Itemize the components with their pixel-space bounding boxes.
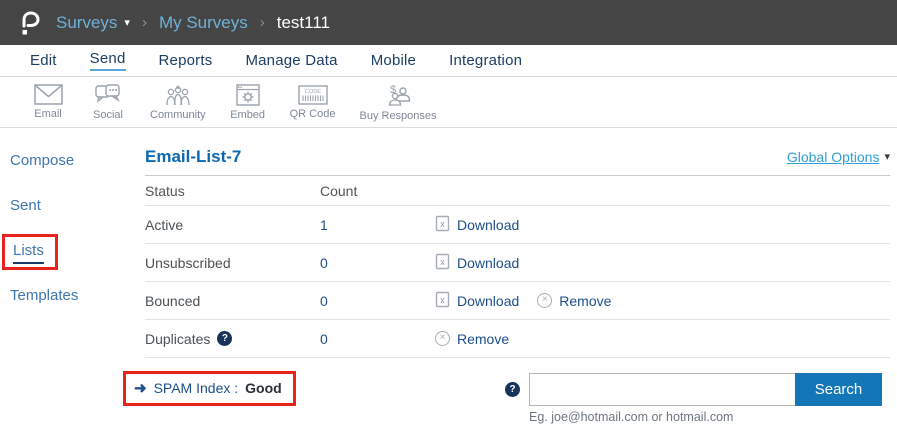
remove-link-label: Remove: [559, 293, 611, 309]
toolbar-email-button[interactable]: Email: [30, 84, 66, 120]
search-button[interactable]: Search: [795, 373, 882, 406]
remove-link[interactable]: × Remove: [435, 331, 509, 347]
breadcrumb-my-surveys[interactable]: My Surveys: [159, 13, 248, 33]
sidebar-item-lists[interactable]: Lists: [13, 242, 44, 264]
toolbar-community-button[interactable]: Community: [150, 84, 206, 121]
toolbar-embed-button[interactable]: Embed: [230, 84, 266, 121]
search-input[interactable]: [529, 373, 795, 406]
toolbar-social-button[interactable]: Social: [90, 84, 126, 121]
community-icon: [164, 84, 192, 106]
search-example-hint: Eg. joe@hotmail.com or hotmail.com: [529, 410, 733, 424]
remove-link[interactable]: × Remove: [537, 293, 611, 309]
send-sidebar: Compose Sent Lists Templates: [0, 128, 132, 429]
surveys-dropdown[interactable]: Surveys ▾: [56, 13, 130, 33]
tab-edit[interactable]: Edit: [30, 52, 57, 69]
row-count-value: 0: [320, 331, 435, 347]
download-link-label: Download: [457, 293, 519, 309]
row-count-value: 0: [320, 255, 435, 271]
breadcrumb-separator-icon: ›: [142, 14, 147, 31]
toolbar-buy-responses-label: Buy Responses: [359, 110, 436, 122]
qr-code-icon: CODE: [298, 85, 328, 105]
global-options-dropdown[interactable]: Global Options ▾: [787, 149, 890, 165]
spam-index-value: Good: [245, 380, 282, 396]
sidebar-item-templates[interactable]: Templates: [10, 287, 78, 304]
row-status-label: Unsubscribed: [145, 255, 320, 271]
breadcrumb-current-survey: test111: [277, 13, 330, 33]
tab-mobile[interactable]: Mobile: [371, 52, 416, 69]
tab-manage-data[interactable]: Manage Data: [245, 52, 337, 69]
column-header-status: Status: [145, 183, 320, 199]
remove-link-label: Remove: [457, 331, 509, 347]
email-icon: [34, 84, 63, 105]
page-title: Email-List-7: [145, 147, 241, 167]
breadcrumb-separator-icon: ›: [260, 14, 265, 31]
table-header-row: Status Count: [145, 176, 890, 206]
help-icon[interactable]: ?: [217, 331, 232, 346]
svg-text:x: x: [440, 257, 445, 267]
column-header-count: Count: [320, 183, 435, 199]
sidebar-item-sent[interactable]: Sent: [10, 197, 41, 214]
table-row: Active 1 x Download: [145, 206, 890, 244]
main-menu-bar: Edit Send Reports Manage Data Mobile Int…: [0, 45, 897, 77]
download-link-label: Download: [457, 217, 519, 233]
embed-icon: [236, 84, 260, 106]
send-options-toolbar: Email Social: [0, 77, 897, 128]
excel-file-icon: x: [435, 215, 450, 235]
annotation-box-lists: Lists: [2, 234, 58, 270]
list-detail-panel: Email-List-7 Global Options ▾ Status Cou…: [145, 138, 890, 429]
arrow-right-icon: ➜: [134, 379, 147, 397]
tab-reports[interactable]: Reports: [159, 52, 213, 69]
row-status-label: Active: [145, 217, 320, 233]
chevron-down-icon: ▾: [884, 150, 890, 163]
tab-integration[interactable]: Integration: [449, 52, 522, 69]
toolbar-buy-responses-button[interactable]: $ Buy Responses: [359, 83, 436, 122]
app-window: Surveys ▾ › My Surveys › test111 Edit Se…: [0, 0, 897, 429]
row-count-value: 1: [320, 217, 435, 233]
svg-text:CODE: CODE: [305, 89, 321, 95]
proprofs-logo-icon[interactable]: [18, 9, 42, 37]
surveys-dropdown-label: Surveys: [56, 13, 117, 33]
download-link-label: Download: [457, 255, 519, 271]
remove-circle-icon: ×: [537, 293, 552, 308]
toolbar-qr-code-button[interactable]: CODE QR Code: [290, 85, 336, 120]
social-icon: [95, 84, 121, 106]
buy-responses-icon: $: [382, 83, 414, 107]
global-options-label: Global Options: [787, 149, 880, 165]
toolbar-social-label: Social: [93, 109, 123, 121]
download-link[interactable]: x Download: [435, 215, 519, 235]
toolbar-email-label: Email: [34, 108, 62, 120]
remove-circle-icon: ×: [435, 331, 450, 346]
download-link[interactable]: x Download: [435, 291, 519, 311]
toolbar-embed-label: Embed: [230, 109, 265, 121]
sidebar-item-compose[interactable]: Compose: [10, 152, 74, 169]
chevron-down-icon: ▾: [124, 16, 130, 29]
svg-text:x: x: [440, 219, 445, 229]
toolbar-community-label: Community: [150, 109, 206, 121]
annotation-box-spam-index: ➜ SPAM Index : Good: [123, 371, 296, 406]
excel-file-icon: x: [435, 253, 450, 273]
tab-send[interactable]: Send: [90, 50, 126, 71]
row-status-label: Duplicates: [145, 331, 210, 347]
excel-file-icon: x: [435, 291, 450, 311]
row-count-value: 0: [320, 293, 435, 309]
table-row: Duplicates ? 0 × Remove: [145, 320, 890, 358]
spam-index-label: SPAM Index :: [154, 380, 239, 396]
help-icon[interactable]: ?: [505, 382, 520, 397]
list-header: Email-List-7 Global Options ▾: [145, 138, 890, 176]
download-link[interactable]: x Download: [435, 253, 519, 273]
table-row: Bounced 0 x Download × Remove: [145, 282, 890, 320]
svg-text:x: x: [440, 295, 445, 305]
search-area: ? Search: [505, 373, 882, 406]
top-navigation-bar: Surveys ▾ › My Surveys › test111: [0, 0, 897, 45]
toolbar-qr-code-label: QR Code: [290, 108, 336, 120]
table-row: Unsubscribed 0 x Download: [145, 244, 890, 282]
row-status-label: Bounced: [145, 293, 320, 309]
